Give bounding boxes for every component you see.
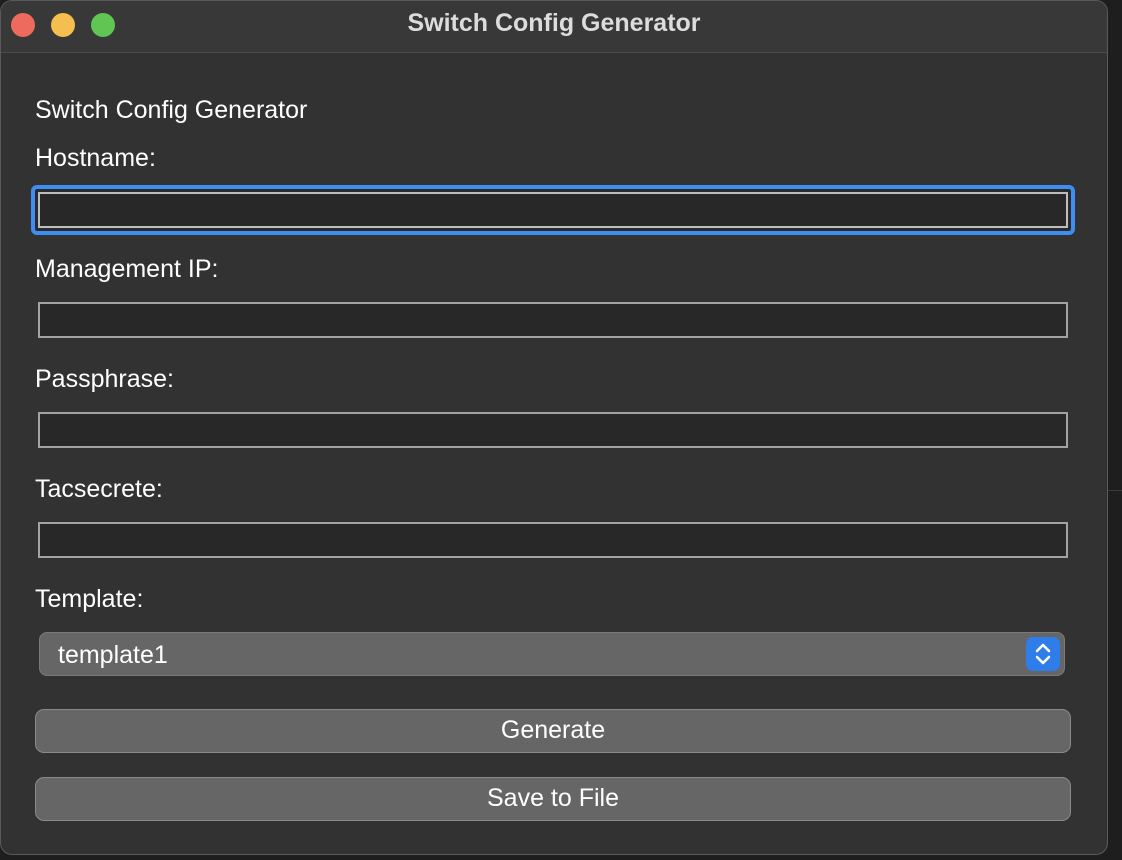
management-ip-input[interactable]: [38, 302, 1068, 338]
passphrase-label: Passphrase:: [35, 365, 174, 393]
save-to-file-button[interactable]: Save to File: [35, 777, 1071, 821]
template-label: Template:: [35, 585, 144, 613]
select-stepper-icon[interactable]: [1026, 637, 1060, 671]
template-select[interactable]: template1: [39, 632, 1065, 676]
tacsecrete-label: Tacsecrete:: [35, 475, 163, 503]
hostname-input[interactable]: [31, 185, 1075, 235]
management-ip-label: Management IP:: [35, 255, 219, 283]
window-title: Switch Config Generator: [407, 9, 701, 37]
title-bar: Switch Config Generator: [1, 1, 1107, 53]
background-divider: [1108, 490, 1122, 491]
app-window: Switch Config Generator Switch Config Ge…: [0, 0, 1108, 855]
hostname-label: Hostname:: [35, 144, 156, 172]
tacsecrete-input[interactable]: [38, 522, 1068, 558]
template-selected-value: template1: [58, 641, 168, 669]
form-heading: Switch Config Generator: [35, 96, 308, 124]
generate-button[interactable]: Generate: [35, 709, 1071, 753]
passphrase-input[interactable]: [38, 412, 1068, 448]
